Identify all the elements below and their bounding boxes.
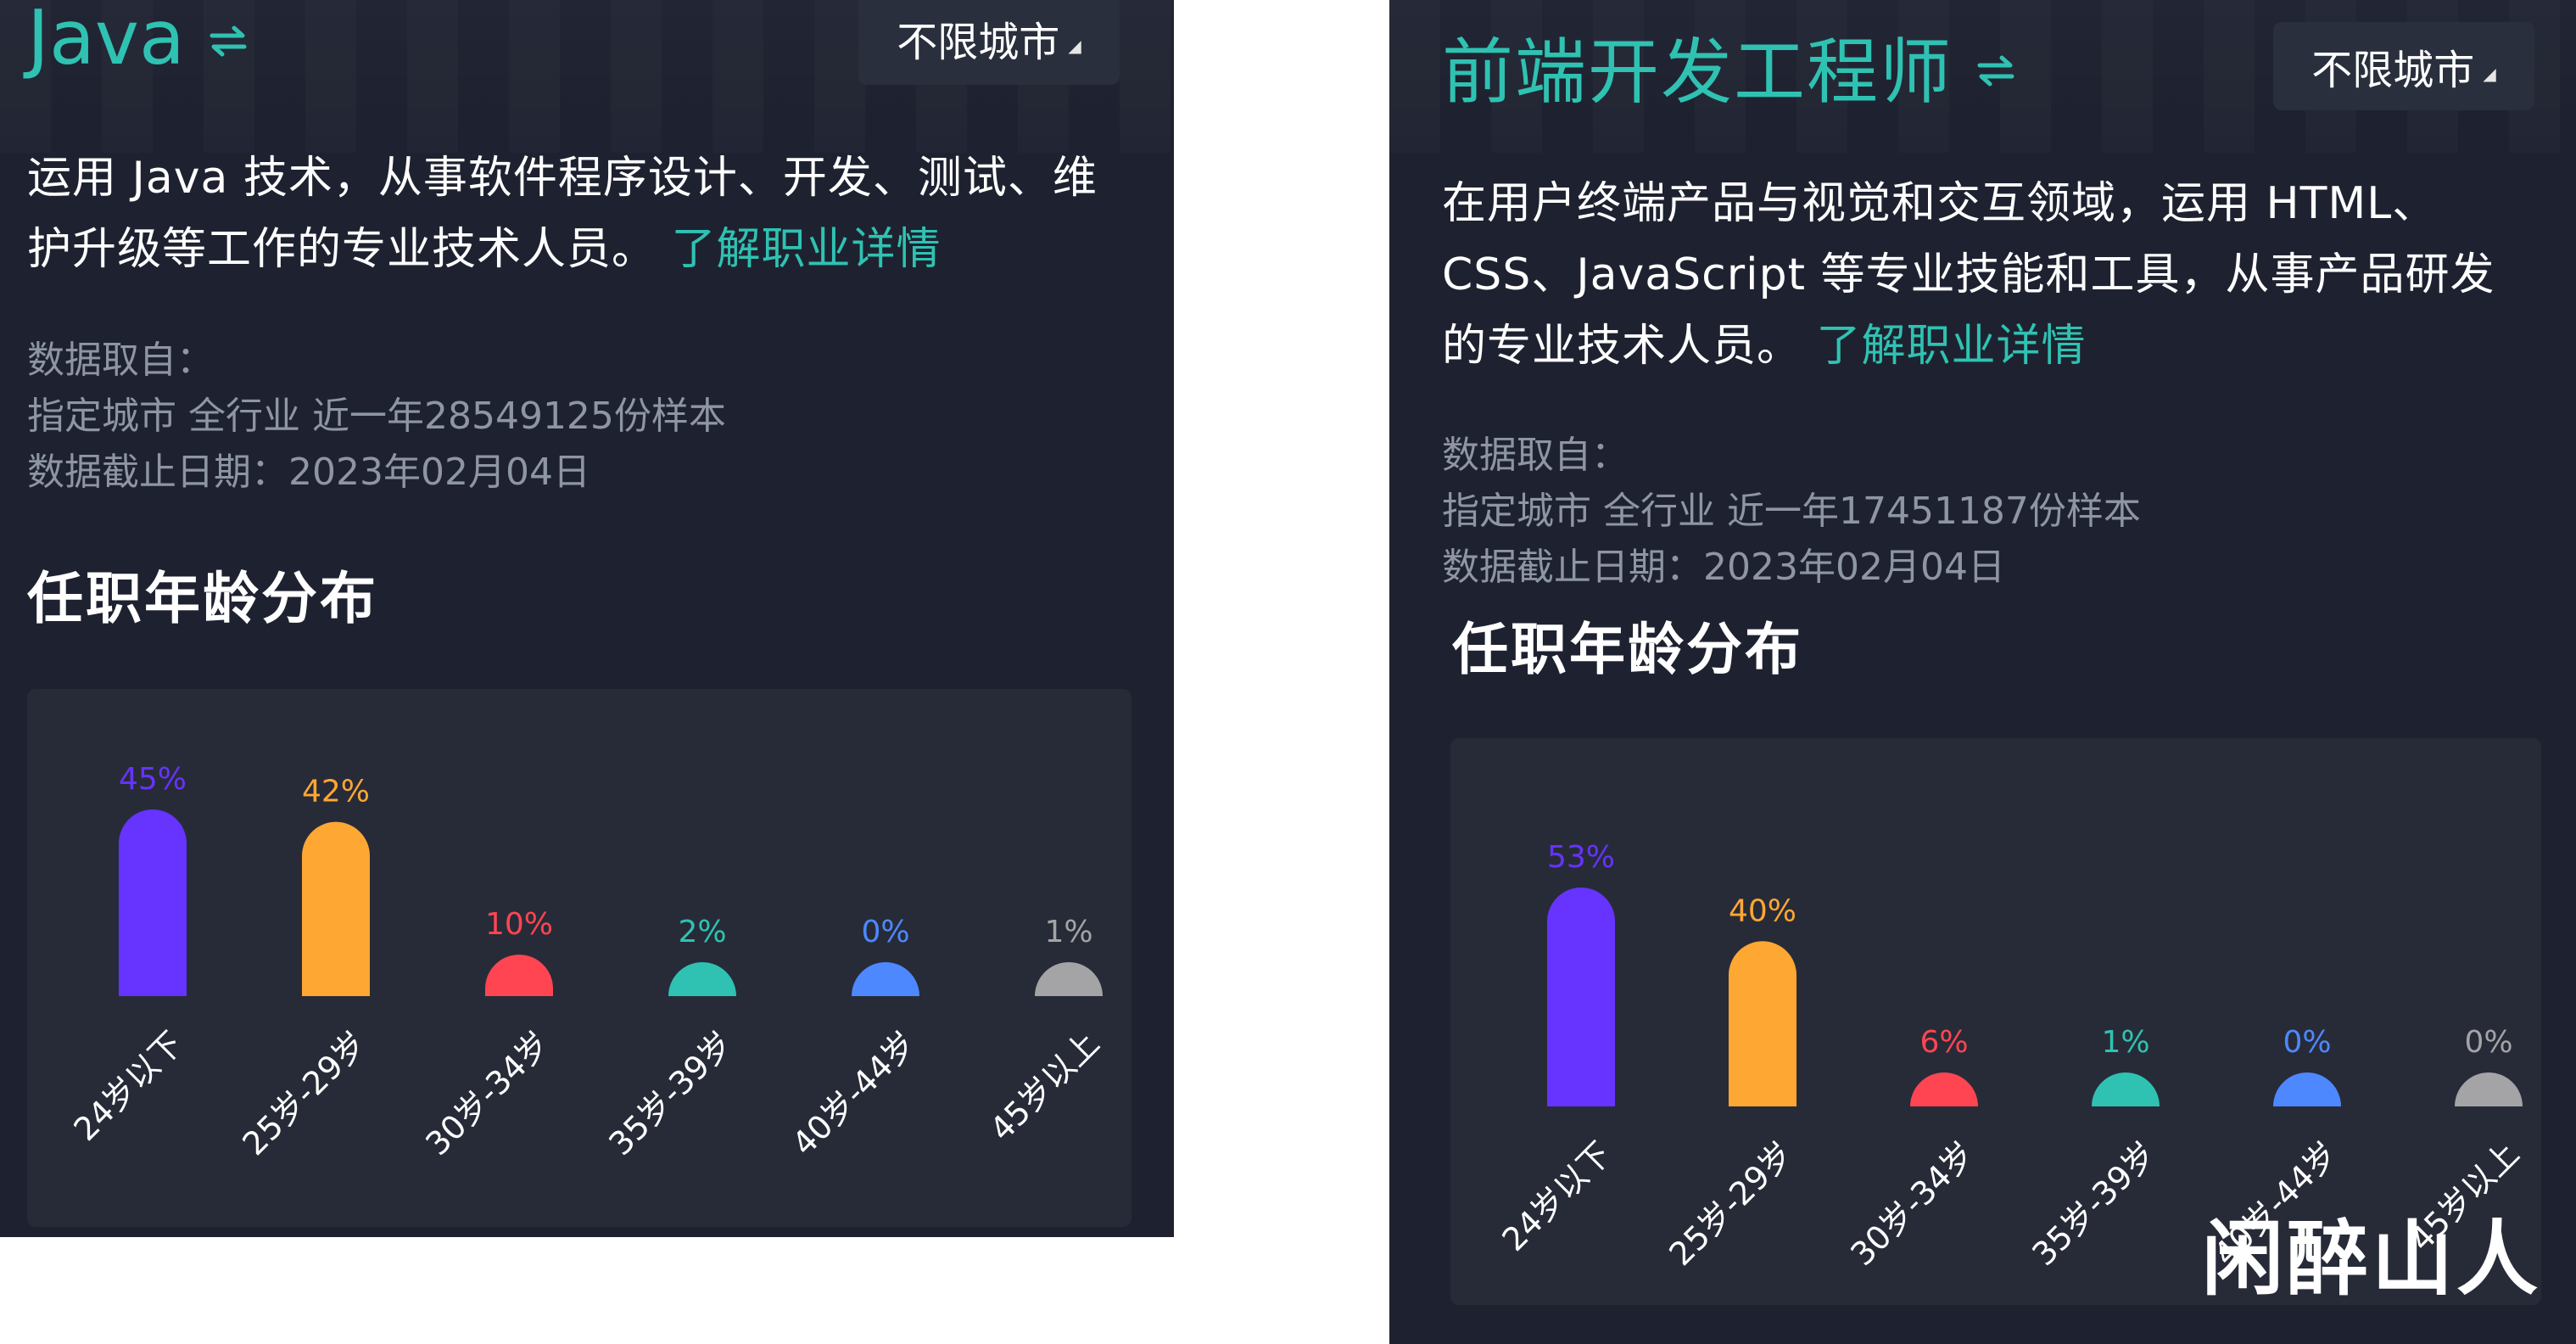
- description-line: 在用户终端产品与视觉和交互领域，运用 HTML、: [1442, 178, 2438, 229]
- data-source-label: 数据取自：: [27, 339, 214, 382]
- job-description: 在用户终端产品与视觉和交互领域，运用 HTML、 CSS、JavaScript …: [1442, 168, 2562, 382]
- bar-24岁以下: [119, 809, 187, 996]
- description-line: 护升级等工作的专业技术人员。: [27, 224, 657, 275]
- city-filter-label: 不限城市: [2311, 47, 2475, 94]
- bar-24岁以下: [1547, 888, 1615, 1106]
- x-tick-label: 45岁以上: [982, 1024, 1106, 1148]
- job-details-link[interactable]: 了解职业详情: [672, 224, 942, 275]
- x-tick-label: 25岁-29岁: [1662, 1134, 1800, 1273]
- description-line-with-link: 的专业技术人员。 了解职业详情: [1442, 311, 2562, 382]
- bar-30岁-34岁: [1910, 1072, 1978, 1106]
- job-title-row[interactable]: Java: [27, 0, 248, 81]
- sample-size-text: 指定城市 全行业 近一年17451187份样本: [1442, 490, 2141, 533]
- city-filter-button[interactable]: 不限城市 ◢: [858, 0, 1120, 85]
- watermark-text: 闲醉山人: [2202, 1212, 2541, 1307]
- job-title-row[interactable]: 前端开发工程师: [1442, 22, 2015, 114]
- bar-45岁以上: [2455, 1072, 2523, 1106]
- swap-arrows-icon[interactable]: [209, 24, 248, 58]
- bar-25岁-29岁: [302, 821, 370, 996]
- x-tick-label: 40岁-44岁: [785, 1024, 923, 1162]
- data-label: 0%: [2283, 1025, 2331, 1060]
- data-label: 1%: [1044, 915, 1092, 949]
- bar-35岁-39岁: [668, 962, 736, 996]
- data-source-info: 数据取自： 指定城市 全行业 近一年28549125份样本 数据截止日期：202…: [27, 333, 726, 501]
- bar-30岁-34岁: [485, 955, 553, 996]
- caret-down-icon: ◢: [1068, 36, 1081, 56]
- data-label: 2%: [678, 915, 726, 949]
- age-distribution-chart-card: 45% 24岁以下 42% 25岁-29岁 10% 30岁-34岁 2% 35岁-39岁 0% 4…: [27, 689, 1132, 1227]
- data-label: 40%: [1729, 893, 1796, 928]
- description-line: 运用 Java 技术，从事软件程序设计、开发、测试、维: [27, 153, 1098, 204]
- description-line: CSS、JavaScript 等专业技能和工具，从事产品研发: [1442, 249, 2495, 300]
- bar-40岁-44岁: [852, 962, 919, 996]
- data-label: 10%: [485, 907, 553, 942]
- data-label: 6%: [1919, 1025, 1968, 1060]
- swap-arrows-icon[interactable]: [1976, 53, 2015, 87]
- data-label: 53%: [1547, 840, 1615, 875]
- x-tick-label: 35岁-39岁: [601, 1024, 740, 1162]
- sample-size-text: 指定城市 全行业 近一年28549125份样本: [27, 395, 726, 438]
- x-tick-label: 30岁-34岁: [1843, 1134, 1981, 1273]
- x-tick-label: 30岁-34岁: [418, 1024, 556, 1162]
- data-cutoff-date: 数据截止日期：2023年02月04日: [27, 451, 590, 494]
- bar-45岁以上: [1035, 962, 1103, 996]
- data-label: 42%: [302, 775, 370, 809]
- job-title: Java: [27, 0, 185, 81]
- city-filter-label: 不限城市: [897, 19, 1060, 66]
- job-details-link[interactable]: 了解职业详情: [1817, 321, 2087, 372]
- data-source-info: 数据取自： 指定城市 全行业 近一年17451187份样本 数据截止日期：202…: [1442, 428, 2141, 596]
- data-source-label: 数据取自：: [1442, 434, 1629, 477]
- x-tick-label: 25岁-29岁: [235, 1024, 373, 1162]
- bar-25岁-29岁: [1729, 941, 1796, 1106]
- description-line: 的专业技术人员。: [1442, 321, 1802, 372]
- bar-40岁-44岁: [2273, 1072, 2341, 1106]
- data-label: 0%: [861, 915, 909, 949]
- x-tick-label: 24岁以下: [66, 1024, 190, 1148]
- description-line-with-link: 护升级等工作的专业技术人员。 了解职业详情: [27, 214, 1155, 285]
- right-job-panel: 前端开发工程师 不限城市 ◢ 在用户终端产品与视觉和交互领域，运用 HTML、 …: [1389, 0, 2576, 1344]
- city-filter-button[interactable]: 不限城市 ◢: [2273, 22, 2534, 110]
- x-tick-label: 24岁以下: [1495, 1134, 1618, 1258]
- section-title: 任职年龄分布: [1452, 617, 1803, 682]
- data-label: 45%: [119, 762, 187, 797]
- caret-down-icon: ◢: [2483, 64, 2496, 84]
- job-title: 前端开发工程师: [1442, 30, 1953, 114]
- job-description: 运用 Java 技术，从事软件程序设计、开发、测试、维 护升级等工作的专业技术人…: [27, 143, 1155, 285]
- left-job-panel: Java 不限城市 ◢ 运用 Java 技术，从事软件程序设计、开发、测试、维 …: [0, 0, 1174, 1237]
- age-distribution-chart: 45% 24岁以下 42% 25岁-29岁 10% 30岁-34岁 2% 35岁-39岁 0% 4…: [66, 762, 1106, 1162]
- data-label: 1%: [2101, 1025, 2149, 1060]
- section-title: 任职年龄分布: [27, 566, 378, 631]
- data-cutoff-date: 数据截止日期：2023年02月04日: [1442, 546, 2005, 589]
- bar-35岁-39岁: [2092, 1072, 2160, 1106]
- data-label: 0%: [2464, 1025, 2512, 1060]
- x-tick-label: 35岁-39岁: [2025, 1134, 2163, 1273]
